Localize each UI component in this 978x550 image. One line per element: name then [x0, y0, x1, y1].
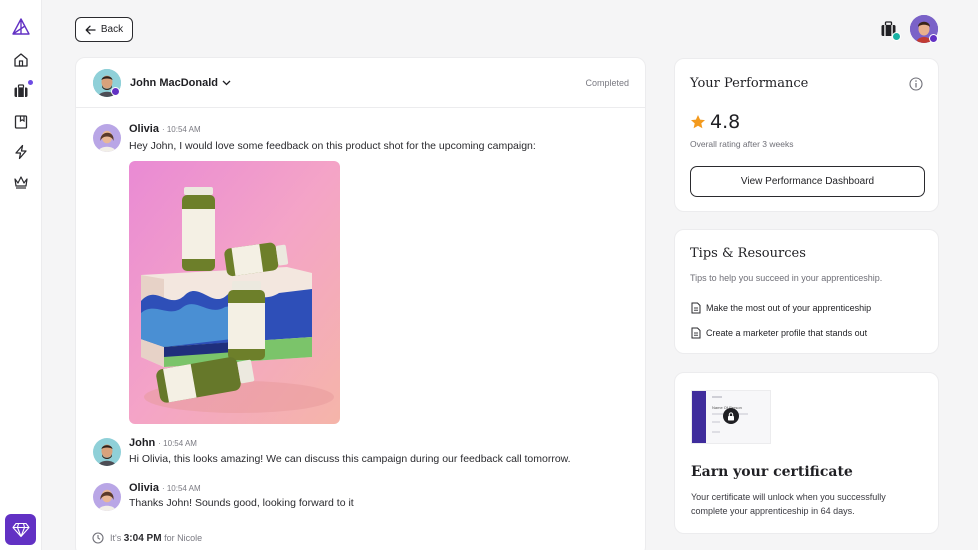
logo-icon[interactable]	[11, 17, 31, 37]
contact-verified-badge	[111, 87, 120, 96]
local-time-footer: It's 3:04 PM for Nicole	[92, 532, 202, 544]
home-icon[interactable]	[11, 50, 31, 70]
message-author: Olivia · 10:54 AM	[129, 482, 201, 494]
bookmark-book-icon[interactable]	[11, 112, 31, 132]
certificate-card: Name Of Person Earn your certificate You…	[674, 372, 939, 534]
performance-card: Your Performance 4.8 Overall rating afte…	[674, 58, 939, 212]
message-text: Hey John, I would love some feedback on …	[129, 140, 536, 152]
message-time: · 10:54 AM	[161, 484, 201, 493]
briefcase-verified-icon[interactable]	[880, 20, 901, 41]
diamond-icon	[11, 522, 30, 537]
left-nav-rail	[0, 0, 42, 550]
certificate-title: Earn your certificate	[691, 464, 853, 480]
crown-icon[interactable]	[11, 172, 31, 192]
verified-badge	[892, 32, 901, 41]
gem-upgrade-button[interactable]	[5, 514, 36, 545]
tips-title: Tips & Resources	[690, 246, 806, 261]
contact-name: John MacDonald	[130, 77, 219, 89]
notification-dot	[28, 80, 33, 85]
performance-title: Your Performance	[690, 76, 809, 91]
chevron-down-icon	[222, 80, 231, 86]
document-icon	[691, 302, 701, 314]
rating-value: 4.8	[710, 111, 741, 133]
avatar-verified-badge	[929, 34, 938, 43]
rating-caption: Overall rating after 3 weeks	[690, 139, 794, 149]
chat-panel: John MacDonald Completed Olivia · 10:54 A…	[75, 57, 646, 550]
message-author: Olivia · 10:54 AM	[129, 123, 201, 135]
resource-link[interactable]: Create a marketer profile that stands ou…	[691, 327, 867, 339]
rating-display: 4.8	[690, 111, 740, 133]
certificate-description-line2: complete your apprenticeship in 64 days.	[691, 506, 855, 516]
contact-selector[interactable]: John MacDonald	[130, 77, 231, 89]
arrow-left-icon	[85, 25, 96, 34]
view-performance-dashboard-button[interactable]: View Performance Dashboard	[690, 166, 925, 197]
john-avatar	[93, 438, 121, 466]
conversation-status: Completed	[585, 78, 629, 88]
product-shot-image[interactable]	[129, 161, 340, 424]
document-icon	[691, 327, 701, 339]
message-author: John · 10:54 AM	[129, 437, 197, 449]
certificate-preview: Name Of Person	[691, 390, 771, 444]
resource-link[interactable]: Make the most out of your apprenticeship	[691, 302, 871, 314]
message-time: · 10:54 AM	[158, 439, 197, 448]
tips-subtitle: Tips to help you succeed in your apprent…	[690, 273, 883, 283]
message-time: · 10:54 AM	[161, 125, 201, 134]
star-icon	[691, 115, 705, 129]
message-text: Hi Olivia, this looks amazing! We can di…	[129, 453, 571, 465]
lightning-icon[interactable]	[11, 142, 31, 162]
tips-resources-card: Tips & Resources Tips to help you succee…	[674, 229, 939, 354]
olivia-avatar	[93, 483, 121, 511]
back-button[interactable]: Back	[75, 17, 133, 42]
lock-icon	[723, 408, 739, 424]
certificate-description-line1: Your certificate will unlock when you su…	[691, 492, 886, 502]
chat-header: John MacDonald Completed	[76, 58, 645, 108]
olivia-avatar	[93, 124, 121, 152]
back-label: Back	[100, 24, 124, 35]
info-icon[interactable]	[909, 77, 923, 96]
clock-icon	[92, 532, 104, 544]
briefcase-icon[interactable]	[11, 80, 33, 101]
message-text: Thanks John! Sounds good, looking forwar…	[129, 497, 354, 509]
